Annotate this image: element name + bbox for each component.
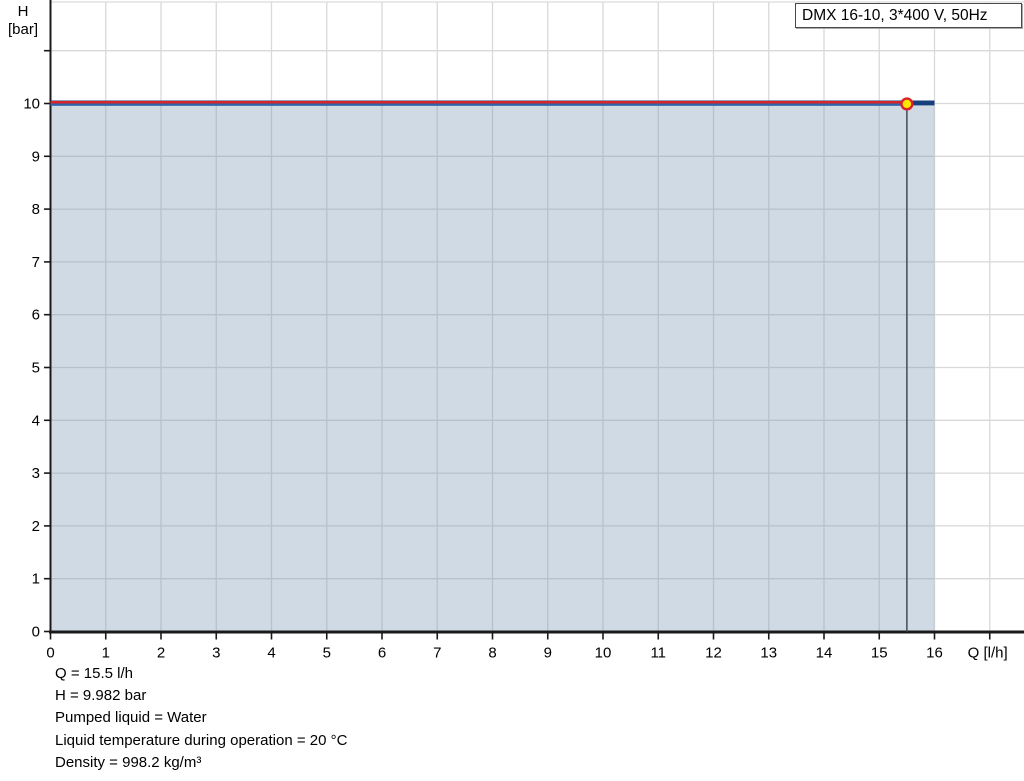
y-tick-label: 4 [32, 412, 40, 429]
y-tick-label: 6 [32, 307, 40, 324]
note-pumped-liquid: Pumped liquid = Water [55, 707, 347, 729]
x-tick-label: 10 [595, 645, 612, 662]
pump-performance-chart: 012345678910111213141516012345678910Q [l… [0, 0, 1024, 662]
x-tick-label: 13 [760, 645, 777, 662]
x-axis-title: Q [l/h] [968, 645, 1008, 662]
y-tick-label: 5 [32, 360, 40, 377]
x-tick-label: 1 [102, 645, 110, 662]
x-tick-label: 8 [488, 645, 496, 662]
y-axis-title-unit: [bar] [8, 21, 38, 38]
y-tick-label: 9 [32, 148, 40, 165]
note-head: H = 9.982 bar [55, 685, 347, 707]
y-tick-label: 2 [32, 518, 40, 535]
pump-curve-panel: 012345678910111213141516012345678910Q [l… [0, 0, 1024, 781]
y-tick-label: 0 [32, 624, 40, 641]
x-tick-label: 11 [650, 645, 666, 662]
x-tick-label: 4 [267, 645, 275, 662]
x-tick-label: 15 [871, 645, 888, 662]
operating-point-marker[interactable] [901, 99, 912, 110]
x-tick-label: 12 [705, 645, 722, 662]
x-tick-label: 2 [157, 645, 165, 662]
x-tick-label: 6 [378, 645, 386, 662]
operating-conditions: Q = 15.5 l/h H = 9.982 bar Pumped liquid… [55, 663, 347, 774]
note-density: Density = 998.2 kg/m³ [55, 752, 347, 774]
legend-box: DMX 16-10, 3*400 V, 50Hz [795, 3, 1022, 28]
x-tick-label: 9 [544, 645, 552, 662]
x-tick-label: 5 [323, 645, 331, 662]
curve-area-fill [51, 106, 935, 632]
y-tick-label: 3 [32, 465, 40, 482]
x-tick-label: 3 [212, 645, 220, 662]
x-tick-label: 7 [433, 645, 441, 662]
x-tick-label: 14 [816, 645, 833, 662]
note-flow: Q = 15.5 l/h [55, 663, 347, 685]
y-tick-label: 10 [23, 96, 40, 113]
y-tick-label: 1 [32, 571, 40, 588]
note-liquid-temperature: Liquid temperature during operation = 20… [55, 730, 347, 752]
y-tick-label: 8 [32, 201, 40, 218]
y-tick-label: 7 [32, 254, 40, 271]
y-axis-title-symbol: H [18, 3, 29, 20]
x-tick-label: 0 [46, 645, 54, 662]
legend-label: DMX 16-10, 3*400 V, 50Hz [802, 7, 988, 24]
x-tick-label: 16 [926, 645, 943, 662]
